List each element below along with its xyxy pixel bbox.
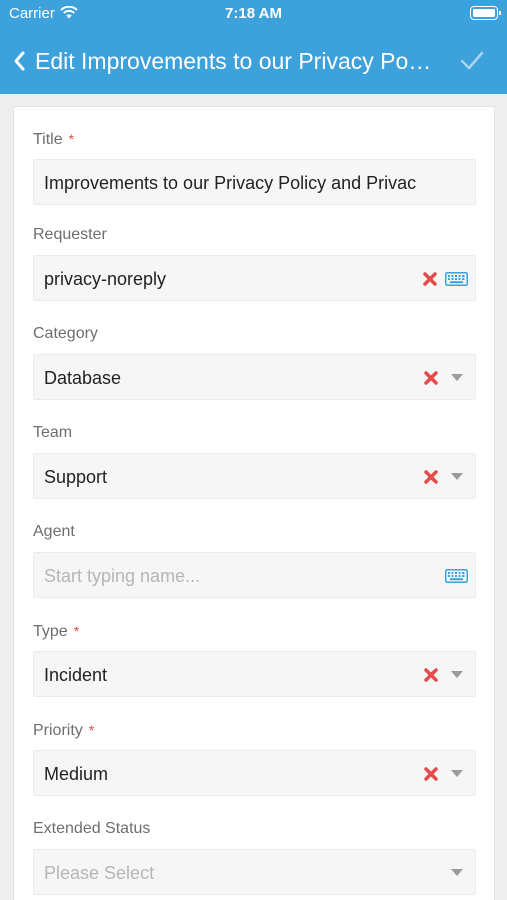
- page-title: Edit Improvements to our Privacy Policy …: [35, 48, 435, 74]
- team-value: Support: [44, 467, 108, 487]
- requester-field: Requester privacy-noreply: [33, 224, 476, 301]
- status-bar: Carrier 7:18 AM: [0, 0, 507, 30]
- title-input[interactable]: Improvements to our Privacy Policy and P…: [33, 159, 476, 205]
- team-field: Team Support: [33, 422, 476, 499]
- team-select[interactable]: Support: [33, 453, 476, 499]
- extended-status-label: Extended Status: [33, 820, 151, 837]
- keyboard-icon[interactable]: [445, 569, 468, 583]
- agent-field: Agent Start typing name...: [33, 521, 476, 598]
- caret-down-icon[interactable]: [451, 671, 463, 678]
- requester-value: privacy-noreply: [44, 269, 167, 289]
- title-field: Title * Improvements to our Privacy Polic…: [33, 128, 476, 205]
- caret-down-icon[interactable]: [451, 473, 463, 480]
- required-marker: *: [88, 722, 95, 738]
- chevron-left-icon[interactable]: [12, 50, 28, 72]
- status-time: 7:18 AM: [225, 5, 282, 22]
- title-label: Title *: [33, 131, 75, 148]
- battery-icon: [470, 6, 501, 20]
- nav-bar: Edit Improvements to our Privacy Policy …: [0, 38, 507, 84]
- clear-type-icon[interactable]: [423, 667, 439, 683]
- category-select[interactable]: Database: [33, 354, 476, 400]
- extended-status-select[interactable]: Please Select: [33, 849, 476, 895]
- category-value: Database: [44, 368, 122, 388]
- clear-requester-icon[interactable]: [422, 271, 438, 287]
- clear-priority-icon[interactable]: [423, 766, 439, 782]
- agent-label: Agent: [33, 523, 75, 540]
- caret-down-icon[interactable]: [451, 869, 463, 876]
- caret-down-icon[interactable]: [451, 770, 463, 777]
- priority-field: Priority * Medium: [33, 719, 476, 796]
- team-label: Team: [33, 424, 73, 441]
- category-field: Category Database: [33, 323, 476, 400]
- category-label: Category: [33, 325, 98, 342]
- required-marker: *: [73, 623, 80, 639]
- clear-team-icon[interactable]: [423, 469, 439, 485]
- extended-status-placeholder: Please Select: [44, 863, 155, 883]
- caret-down-icon[interactable]: [451, 374, 463, 381]
- edit-form-card: Title * Improvements to our Privacy Polic…: [13, 106, 495, 900]
- title-value: Improvements to our Privacy Policy and P…: [44, 173, 417, 193]
- app-header: Carrier 7:18 AM Edit Improvements to our…: [0, 0, 507, 94]
- required-marker: *: [68, 131, 75, 147]
- type-value: Incident: [44, 665, 108, 685]
- priority-label: Priority *: [33, 722, 95, 739]
- type-select[interactable]: Incident: [33, 651, 476, 697]
- requester-label: Requester: [33, 226, 107, 243]
- checkmark-icon[interactable]: [459, 49, 485, 73]
- agent-placeholder: Start typing name...: [44, 566, 201, 586]
- type-field: Type * Incident: [33, 620, 476, 697]
- agent-input[interactable]: Start typing name...: [33, 552, 476, 598]
- priority-value: Medium: [44, 764, 109, 784]
- extended-status-field: Extended Status Please Select: [33, 818, 476, 895]
- type-label: Type *: [33, 623, 80, 640]
- keyboard-icon[interactable]: [445, 272, 468, 286]
- priority-select[interactable]: Medium: [33, 750, 476, 796]
- requester-input[interactable]: privacy-noreply: [33, 255, 476, 301]
- clear-category-icon[interactable]: [423, 370, 439, 386]
